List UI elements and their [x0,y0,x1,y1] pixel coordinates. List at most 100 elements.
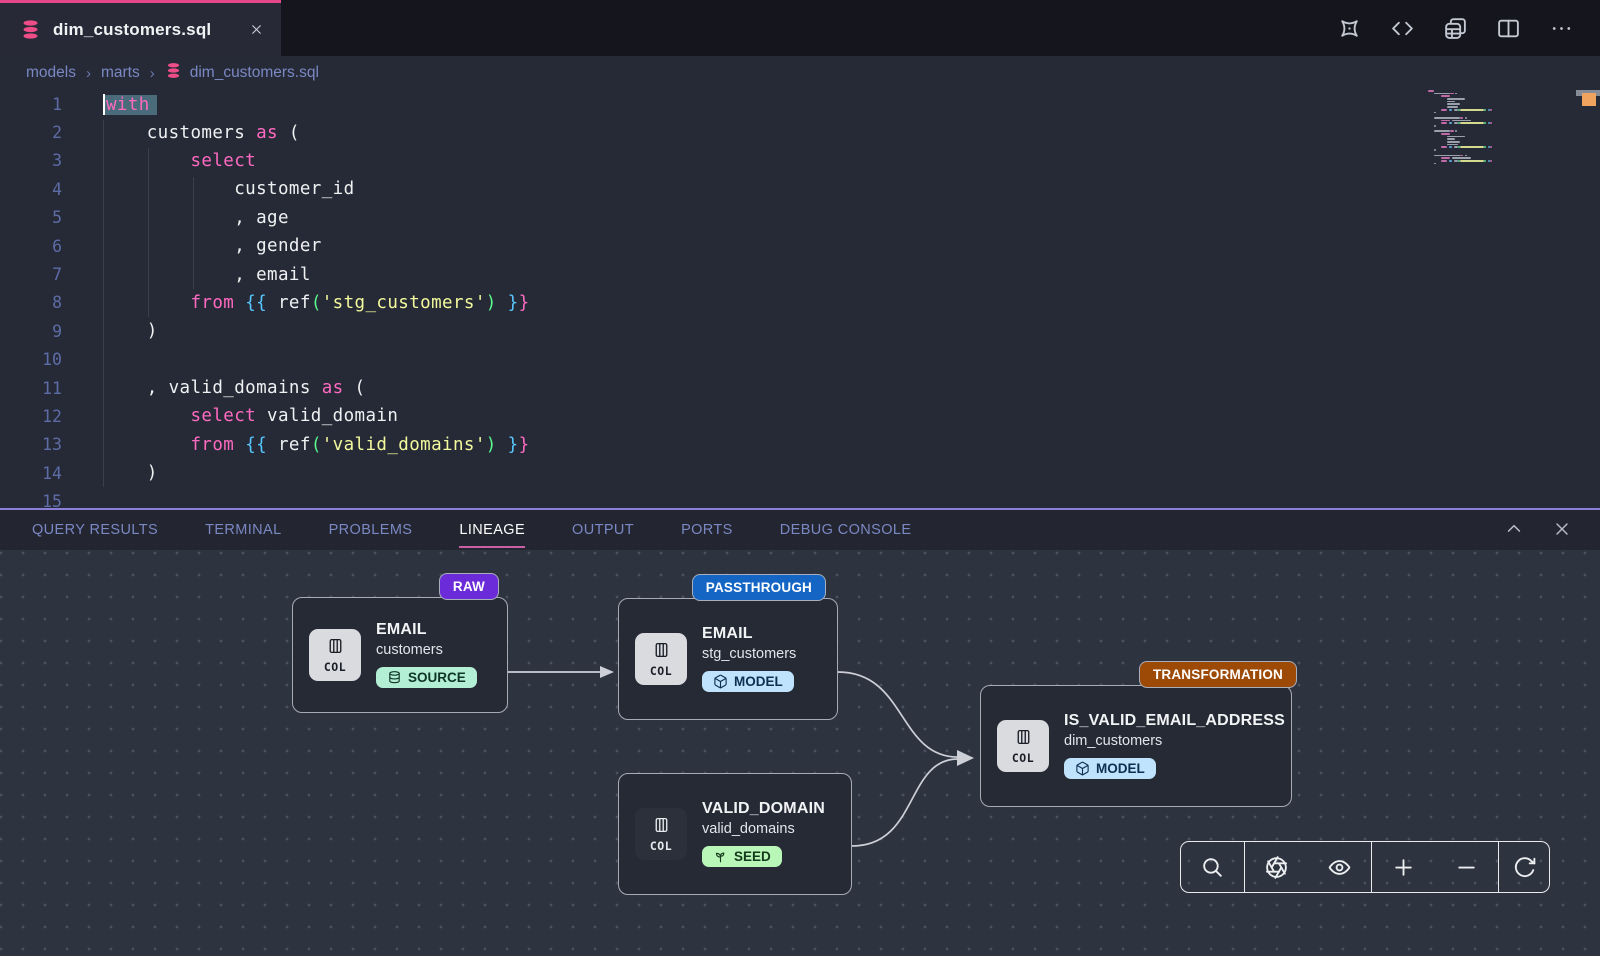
tab-bar: dim_customers.sql [0,0,1600,56]
minimap-line [1428,93,1534,95]
code-text: select valid_domain [103,406,398,426]
node-title: EMAIL [376,621,477,639]
code-line[interactable]: 1with [0,90,1600,118]
panel-actions [1504,519,1574,541]
line-number: 4 [0,180,62,199]
panel-tab-ports[interactable]: PORTS [681,522,733,538]
refresh-button[interactable] [1499,842,1549,892]
minimap-line [1428,90,1534,92]
sprout-icon [713,849,728,864]
column-icon: COL [997,720,1049,772]
line-number: 7 [0,265,62,284]
panel-tab-output[interactable]: OUTPUT [572,522,634,538]
minimap-line [1428,152,1534,154]
close-tab-icon[interactable] [245,19,267,41]
aperture-button[interactable] [1245,842,1308,892]
dbt-logo-icon[interactable] [1336,15,1362,41]
column-icon: COL [309,629,361,681]
type-badge-label: MODEL [1096,761,1145,776]
minimap-line [1428,141,1534,143]
line-number: 5 [0,208,62,227]
indent-guide [103,120,104,487]
code-view-icon[interactable] [1389,15,1415,41]
breadcrumb-item-marts[interactable]: marts [101,64,140,82]
minimap-line [1428,160,1534,162]
minimap-line [1428,95,1534,97]
minimap-line [1428,114,1534,116]
code-line[interactable]: 3 select [0,147,1600,175]
lineage-node-stg_customers[interactable]: PASSTHROUGHCOLEMAILstg_customersMODEL [618,598,838,720]
breadcrumb-file[interactable]: dim_customers.sql [165,62,319,84]
overview-ruler-marker [1582,93,1596,106]
columns-glyph-icon [326,637,345,660]
breadcrumb: models›marts›dim_customers.sql [0,56,1600,90]
line-number: 10 [0,350,62,369]
minimap-line [1428,122,1534,124]
line-number: 3 [0,151,62,170]
line-number: 2 [0,123,62,142]
node-title: EMAIL [702,625,796,643]
code-line[interactable]: 12 select valid_domain [0,402,1600,430]
column-icon-label: COL [650,664,672,678]
close-panel-icon[interactable] [1552,519,1574,541]
code-line[interactable]: 4 customer_id [0,175,1600,203]
node-body: VALID_DOMAINvalid_domainsSEED [702,800,825,869]
panel-tab-bar: QUERY RESULTS TERMINAL PROBLEMS LINEAGE OUTP… [0,508,1600,550]
code-line[interactable]: 6 , gender [0,232,1600,260]
search-button[interactable] [1181,842,1244,892]
panel-tab-debug-console[interactable]: DEBUG CONSOLE [780,522,912,538]
code-line[interactable]: 13 from {{ ref('valid_domains') }} [0,431,1600,459]
minimap[interactable] [1428,90,1534,165]
lineage-node-dim_customers[interactable]: TRANSFORMATIONCOLIS_VALID_EMAIL_ADDRESSd… [980,685,1292,807]
minimap-line [1428,106,1534,108]
code-text: customer_id [103,179,355,199]
panel-tab-problems[interactable]: PROBLEMS [329,522,413,538]
more-actions-icon[interactable] [1548,15,1574,41]
split-editor-icon[interactable] [1495,15,1521,41]
lineage-node-customers[interactable]: RAWCOLEMAILcustomersSOURCE [292,597,508,713]
transformation-badge: TRANSFORMATION [1139,661,1297,688]
editor-tab-dim-customers[interactable]: dim_customers.sql [0,0,281,56]
code-line[interactable]: 14 ) [0,459,1600,487]
cube-icon [1075,761,1090,776]
lineage-node-valid_domains[interactable]: COLVALID_DOMAINvalid_domainsSEED [618,773,852,895]
code-line[interactable]: 8 from {{ ref('stg_customers') }} [0,289,1600,317]
panel-tab-terminal[interactable]: TERMINAL [205,522,282,538]
collapse-panel-icon[interactable] [1504,519,1526,541]
columns-glyph-icon [652,641,671,664]
database-icon [20,19,41,40]
columns-glyph-icon [1014,728,1033,751]
line-number: 8 [0,293,62,312]
minimap-line [1428,149,1534,151]
code-line[interactable]: 2 customers as ( [0,118,1600,146]
zoom-out-button[interactable] [1435,842,1498,892]
code-text: customers as ( [103,123,300,143]
minimap-line [1428,101,1534,103]
line-number: 15 [0,492,62,508]
minimap-line [1428,128,1534,130]
toolbar-segment [1498,842,1549,892]
zoom-in-button[interactable] [1372,842,1435,892]
code-line[interactable]: 10 [0,346,1600,374]
visibility-button[interactable] [1308,842,1371,892]
lineage-canvas[interactable]: RAWCOLEMAILcustomersSOURCEPASSTHROUGHCOL… [0,550,1600,956]
node-subtitle: stg_customers [702,646,796,662]
minimap-line [1428,133,1534,135]
code-line[interactable]: 9 ) [0,317,1600,345]
code-editor[interactable]: 1with2 customers as (3 select4 customer_… [0,90,1600,508]
line-number: 9 [0,322,62,341]
panel-tab-query-results[interactable]: QUERY RESULTS [32,522,158,538]
code-text: with [103,94,157,115]
minimap-line [1428,136,1534,138]
code-line[interactable]: 5 , age [0,204,1600,232]
code-line[interactable]: 15 [0,487,1600,508]
minimap-line [1428,98,1534,100]
line-number: 12 [0,407,62,426]
breadcrumb-item-models[interactable]: models [26,64,76,82]
panel-tab-lineage[interactable]: LINEAGE [459,522,525,538]
edge-seed-to-dim [852,759,957,846]
minimap-line [1428,163,1534,165]
query-results-icon[interactable] [1442,15,1468,41]
code-line[interactable]: 11 , valid_domains as ( [0,374,1600,402]
code-line[interactable]: 7 , email [0,260,1600,288]
